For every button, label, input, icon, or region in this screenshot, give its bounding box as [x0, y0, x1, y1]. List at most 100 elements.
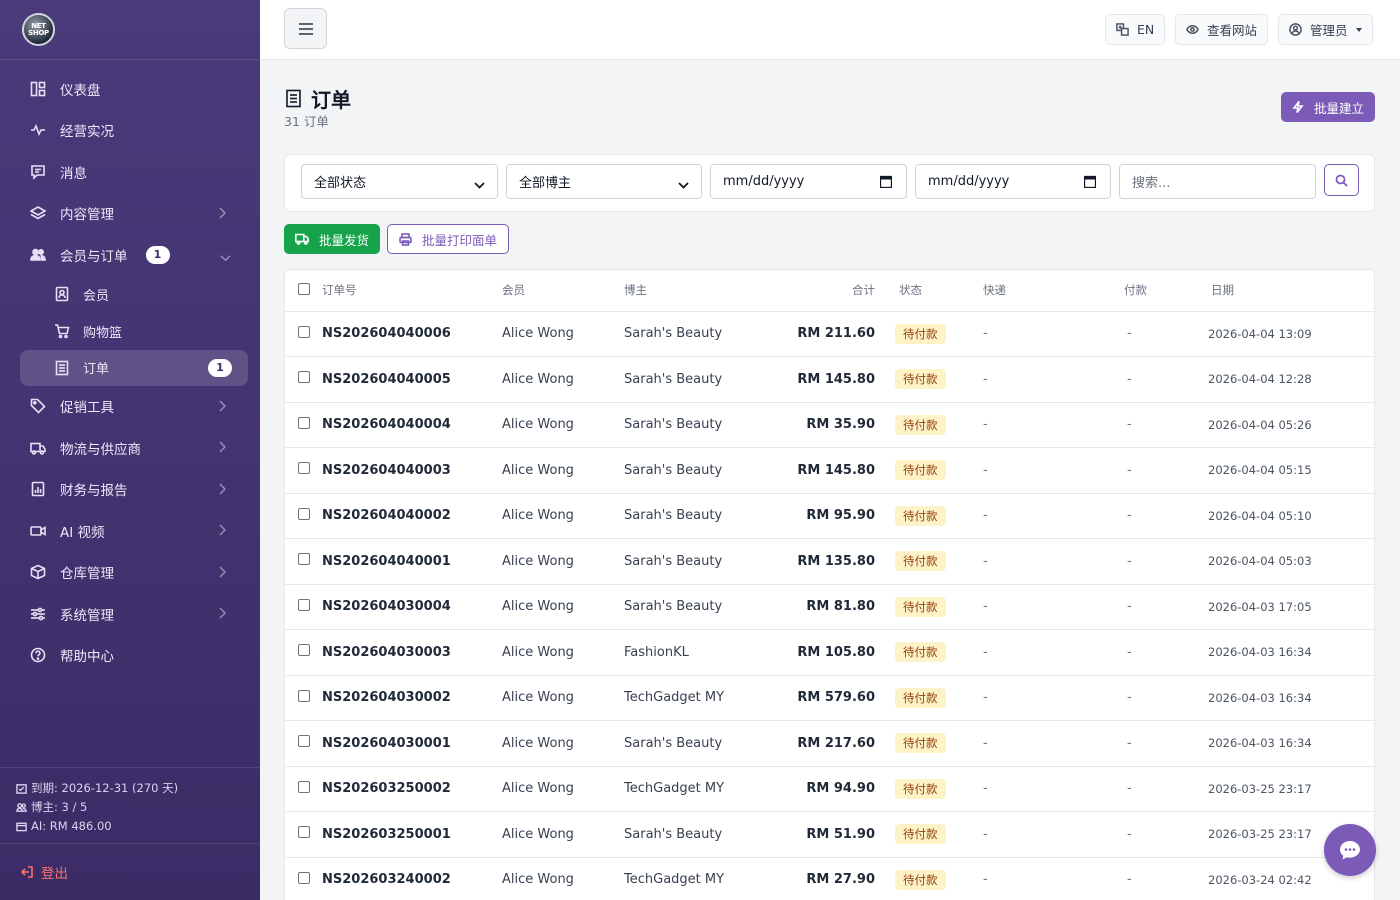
sidebar-item-cart[interactable]: 购物篮 — [0, 313, 260, 350]
sidebar-item-warehouse[interactable]: 仓库管理 — [0, 552, 260, 594]
sidebar-item-label: 仓库管理 — [60, 566, 114, 583]
admin-menu-button[interactable]: 管理员 — [1278, 14, 1373, 45]
menu-toggle-button[interactable] — [284, 8, 327, 49]
row-checkbox[interactable] — [298, 462, 310, 475]
column-header[interactable]: 日期 — [1208, 270, 1374, 312]
status-cell: 待付款 — [885, 311, 983, 357]
table-row[interactable]: NS202604040006 Alice Wong Sarah's Beauty RM… — [285, 311, 1374, 357]
table-row[interactable]: NS202604040003 Alice Wong Sarah's Beauty RM… — [285, 447, 1374, 494]
row-checkbox[interactable] — [298, 871, 310, 884]
order-number[interactable]: NS202604040004 — [322, 402, 502, 448]
calendar-icon — [1083, 175, 1097, 189]
truck-icon — [30, 440, 46, 456]
sidebar-item-live-ops[interactable]: 经营实况 — [0, 110, 260, 152]
sidebar-item-logistics[interactable]: 物流与供应商 — [0, 427, 260, 469]
table-row[interactable]: NS202604040001 Alice Wong Sarah's Beauty RM… — [285, 538, 1374, 585]
date-from-input[interactable]: mm/dd/yyyy — [710, 164, 907, 199]
filter-bar: 全部状态 全部博主 mm/dd/yyyy mm/dd/yyyy 搜索... — [284, 154, 1375, 212]
blogger-filter-select[interactable]: 全部博主 — [506, 164, 702, 199]
sidebar-item-content[interactable]: 内容管理 — [0, 193, 260, 235]
video-icon — [30, 523, 46, 539]
order-number[interactable]: NS202604030003 — [322, 629, 502, 676]
view-site-button[interactable]: 查看网站 — [1175, 14, 1269, 45]
row-checkbox[interactable] — [298, 325, 310, 338]
search-input[interactable]: 搜索... — [1119, 164, 1316, 199]
column-header[interactable]: 博主 — [624, 270, 764, 312]
row-checkbox[interactable] — [298, 826, 310, 839]
sidebar-item-ai-video[interactable]: AI 视频 — [0, 510, 260, 552]
report-icon — [30, 481, 46, 497]
order-total: RM 95.90 — [764, 493, 885, 539]
language-button[interactable]: EN — [1105, 14, 1166, 45]
batch-create-button[interactable]: 批量建立 — [1280, 92, 1375, 122]
column-header[interactable]: 状态 — [885, 270, 983, 312]
row-checkbox[interactable] — [298, 553, 310, 566]
table-row[interactable]: NS202604030001 Alice Wong Sarah's Beauty RM… — [285, 720, 1374, 767]
order-number[interactable]: NS202603250001 — [322, 811, 502, 858]
column-header[interactable]: 快递 — [983, 270, 1124, 312]
table-row[interactable]: NS202604040004 Alice Wong Sarah's Beauty RM… — [285, 402, 1374, 448]
table-row[interactable]: NS202604030003 Alice Wong FashionKL RM 105.… — [285, 629, 1374, 676]
table-row[interactable]: NS202604040002 Alice Wong Sarah's Beauty RM… — [285, 493, 1374, 539]
row-checkbox[interactable] — [298, 735, 310, 748]
sidebar-item-members[interactable]: 会员 — [0, 276, 260, 313]
row-checkbox[interactable] — [298, 644, 310, 657]
logout-button[interactable]: 登出 — [0, 843, 260, 900]
row-checkbox[interactable] — [298, 507, 310, 520]
order-number[interactable]: NS202604030002 — [322, 675, 502, 721]
sidebar-item-label: 促销工具 — [60, 400, 114, 417]
batch-ship-button[interactable]: 批量发货 — [284, 224, 381, 254]
sidebar-item-orders[interactable]: 订单 1 — [20, 349, 248, 386]
sidebar-item-finance[interactable]: 财务与报告 — [0, 469, 260, 511]
table-row[interactable]: NS202603250002 Alice Wong TechGadget MY RM … — [285, 766, 1374, 812]
select-all-checkbox[interactable] — [298, 282, 310, 295]
row-checkbox[interactable] — [298, 780, 310, 793]
row-checkbox[interactable] — [298, 598, 310, 611]
payment-value: - — [1124, 538, 1208, 585]
logo[interactable]: NET SHOP — [22, 13, 55, 46]
status-cell: 待付款 — [885, 493, 983, 539]
logo-area: NET SHOP — [0, 0, 260, 60]
batch-print-button[interactable]: 批量打印面单 — [387, 224, 510, 254]
courier-value: - — [983, 766, 1124, 812]
date-to-input[interactable]: mm/dd/yyyy — [915, 164, 1111, 199]
status-cell: 待付款 — [885, 356, 983, 403]
sidebar-item-members-orders[interactable]: 会员与订单 1 — [0, 234, 260, 276]
status-filter-select[interactable]: 全部状态 — [301, 164, 498, 199]
search-button[interactable] — [1324, 164, 1359, 196]
order-number[interactable]: NS202604040001 — [322, 538, 502, 585]
order-number[interactable]: NS202604040003 — [322, 447, 502, 494]
sidebar-item-dashboard[interactable]: 仪表盘 — [0, 68, 260, 110]
order-number[interactable]: NS202603240002 — [322, 857, 502, 900]
row-checkbox[interactable] — [298, 371, 310, 384]
row-checkbox[interactable] — [298, 689, 310, 702]
sidebar-item-system[interactable]: 系统管理 — [0, 593, 260, 635]
table-row[interactable]: NS202604030002 Alice Wong TechGadget MY RM … — [285, 675, 1374, 721]
help-icon — [30, 647, 46, 663]
order-number[interactable]: NS202604040005 — [322, 356, 502, 403]
table-row[interactable]: NS202603250001 Alice Wong Sarah's Beauty RM… — [285, 811, 1374, 858]
sidebar-item-help[interactable]: 帮助中心 — [0, 635, 260, 677]
row-checkbox[interactable] — [298, 416, 310, 429]
column-header[interactable]: 订单号 — [322, 270, 502, 312]
table-row[interactable]: NS202604030004 Alice Wong Sarah's Beauty RM… — [285, 584, 1374, 630]
order-number[interactable]: NS202604040006 — [322, 311, 502, 357]
table-row[interactable]: NS202604040005 Alice Wong Sarah's Beauty RM… — [285, 356, 1374, 403]
sidebar-item-promotions[interactable]: 促销工具 — [0, 386, 260, 428]
sidebar-item-messages[interactable]: 消息 — [0, 151, 260, 193]
table-row[interactable]: NS202603240002 Alice Wong TechGadget MY RM … — [285, 857, 1374, 900]
order-number[interactable]: NS202604030004 — [322, 584, 502, 630]
column-header[interactable]: 合计 — [764, 270, 885, 312]
receipt-icon — [54, 360, 70, 376]
column-header[interactable]: 付款 — [1124, 270, 1208, 312]
order-number[interactable]: NS202604040002 — [322, 493, 502, 539]
order-total: RM 211.60 — [764, 311, 885, 357]
sidebar-item-label: 内容管理 — [60, 207, 114, 224]
order-date: 2026-03-25 23:17 — [1208, 766, 1374, 812]
member-name: Alice Wong — [502, 447, 624, 494]
order-number[interactable]: NS202603250002 — [322, 766, 502, 812]
column-header[interactable]: 会员 — [502, 270, 624, 312]
chat-button[interactable] — [1324, 824, 1376, 876]
order-number[interactable]: NS202604030001 — [322, 720, 502, 767]
calendar-check-icon — [16, 784, 27, 794]
